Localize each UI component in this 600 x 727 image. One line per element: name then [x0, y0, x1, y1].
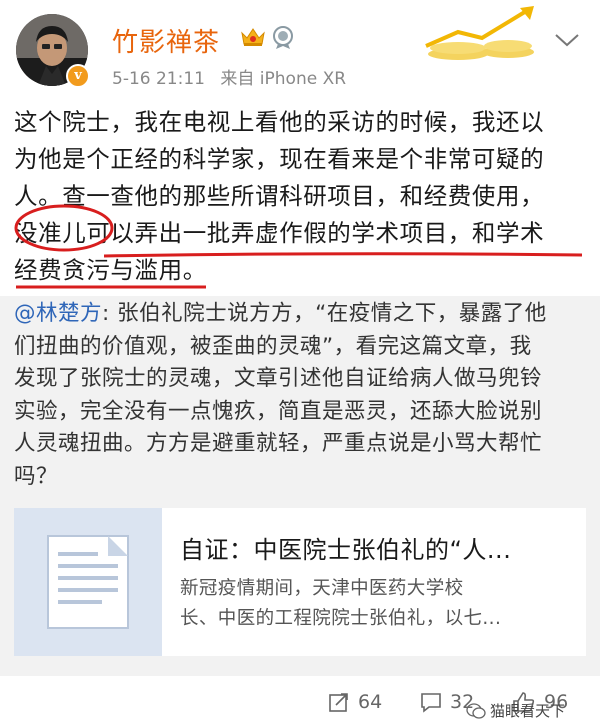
- rising-chart-decoration-icon: [425, 6, 534, 60]
- post-header: v 竹影禅茶 5-16 21:11 来自 iPhone XR: [0, 0, 600, 100]
- quote-line: @林楚方: 张伯礼院士说方方，“在疫情之下，暴露了他: [14, 298, 588, 331]
- post-meta: 5-16 21:11 来自 iPhone XR: [112, 64, 356, 89]
- post-line: 这个院士，我在电视上看他的采访的时候，我还以: [14, 108, 545, 136]
- quote-line: 们扭曲的价值观，被歪曲的灵魂”，看完这篇文章，我: [14, 333, 532, 359]
- comment-icon: [421, 692, 441, 713]
- quoted-content: @林楚方: 张伯礼院士说方方，“在疫情之下，暴露了他 们扭曲的价值观，被歪曲的灵…: [14, 298, 588, 493]
- article-description: 新冠疫情期间，天津中医药大学校 长、中医的工程院院士张伯礼，以七...: [180, 574, 572, 634]
- watermark-text: 猫眼看天下: [490, 702, 566, 720]
- post-content: 这个院士，我在电视上看他的采访的时候，我还以 为他是个正经的科学家，现在看来是个…: [14, 104, 588, 289]
- article-link-card[interactable]: 自证：中医院士张伯礼的“人... 新冠疫情期间，天津中医药大学校 长、中医的工程…: [14, 508, 586, 656]
- medal-icon[interactable]: [272, 24, 294, 50]
- red-underline-annotation: [104, 252, 582, 258]
- repost-button[interactable]: 64: [328, 676, 382, 727]
- quoted-repost[interactable]: @林楚方: 张伯礼院士说方方，“在疫情之下，暴露了他 们扭曲的价值观，被歪曲的灵…: [0, 296, 600, 676]
- red-underline-annotation: [16, 285, 206, 289]
- username[interactable]: 竹影禅茶: [112, 22, 220, 59]
- post-line: 为他是个正经的科学家，现在看来是个非常可疑的: [14, 145, 545, 173]
- quote-line-text: : 张伯礼院士说方方，“在疫情之下，暴露了他: [102, 301, 547, 326]
- quote-line: 实验，完全没有一点愧疚，简直是恶灵，还舔大脸说别: [14, 398, 543, 424]
- article-desc-line: 新冠疫情期间，天津中医药大学校: [180, 578, 464, 599]
- chevron-down-icon[interactable]: [554, 32, 580, 48]
- repost-icon: [329, 692, 348, 712]
- crown-icon[interactable]: [240, 25, 266, 47]
- post-time: 5-16 21:11: [112, 69, 205, 89]
- quote-line: 发现了张院士的灵魂，文章引述他自证给病人做马兜铃: [14, 366, 543, 391]
- article-desc-line: 长、中医的工程院院士张伯礼，以七...: [180, 608, 502, 629]
- wechat-icon: [466, 702, 486, 719]
- document-icon: [47, 535, 129, 629]
- watermark: 猫眼看天下: [466, 700, 565, 721]
- mention-link[interactable]: @林楚方: [14, 301, 102, 326]
- red-circle-annotation: [14, 204, 114, 252]
- repost-count: 64: [358, 690, 383, 713]
- quote-line: 人灵魂扭曲。方方是避重就轻，严重点说是小骂大帮忙: [14, 431, 543, 456]
- quote-line: 吗？: [14, 463, 59, 489]
- article-title: 自证：中医院士张伯礼的“人...: [180, 536, 512, 564]
- verified-badge: v: [66, 64, 90, 88]
- article-thumbnail: [14, 508, 162, 656]
- post-source: 来自 iPhone XR: [220, 69, 347, 89]
